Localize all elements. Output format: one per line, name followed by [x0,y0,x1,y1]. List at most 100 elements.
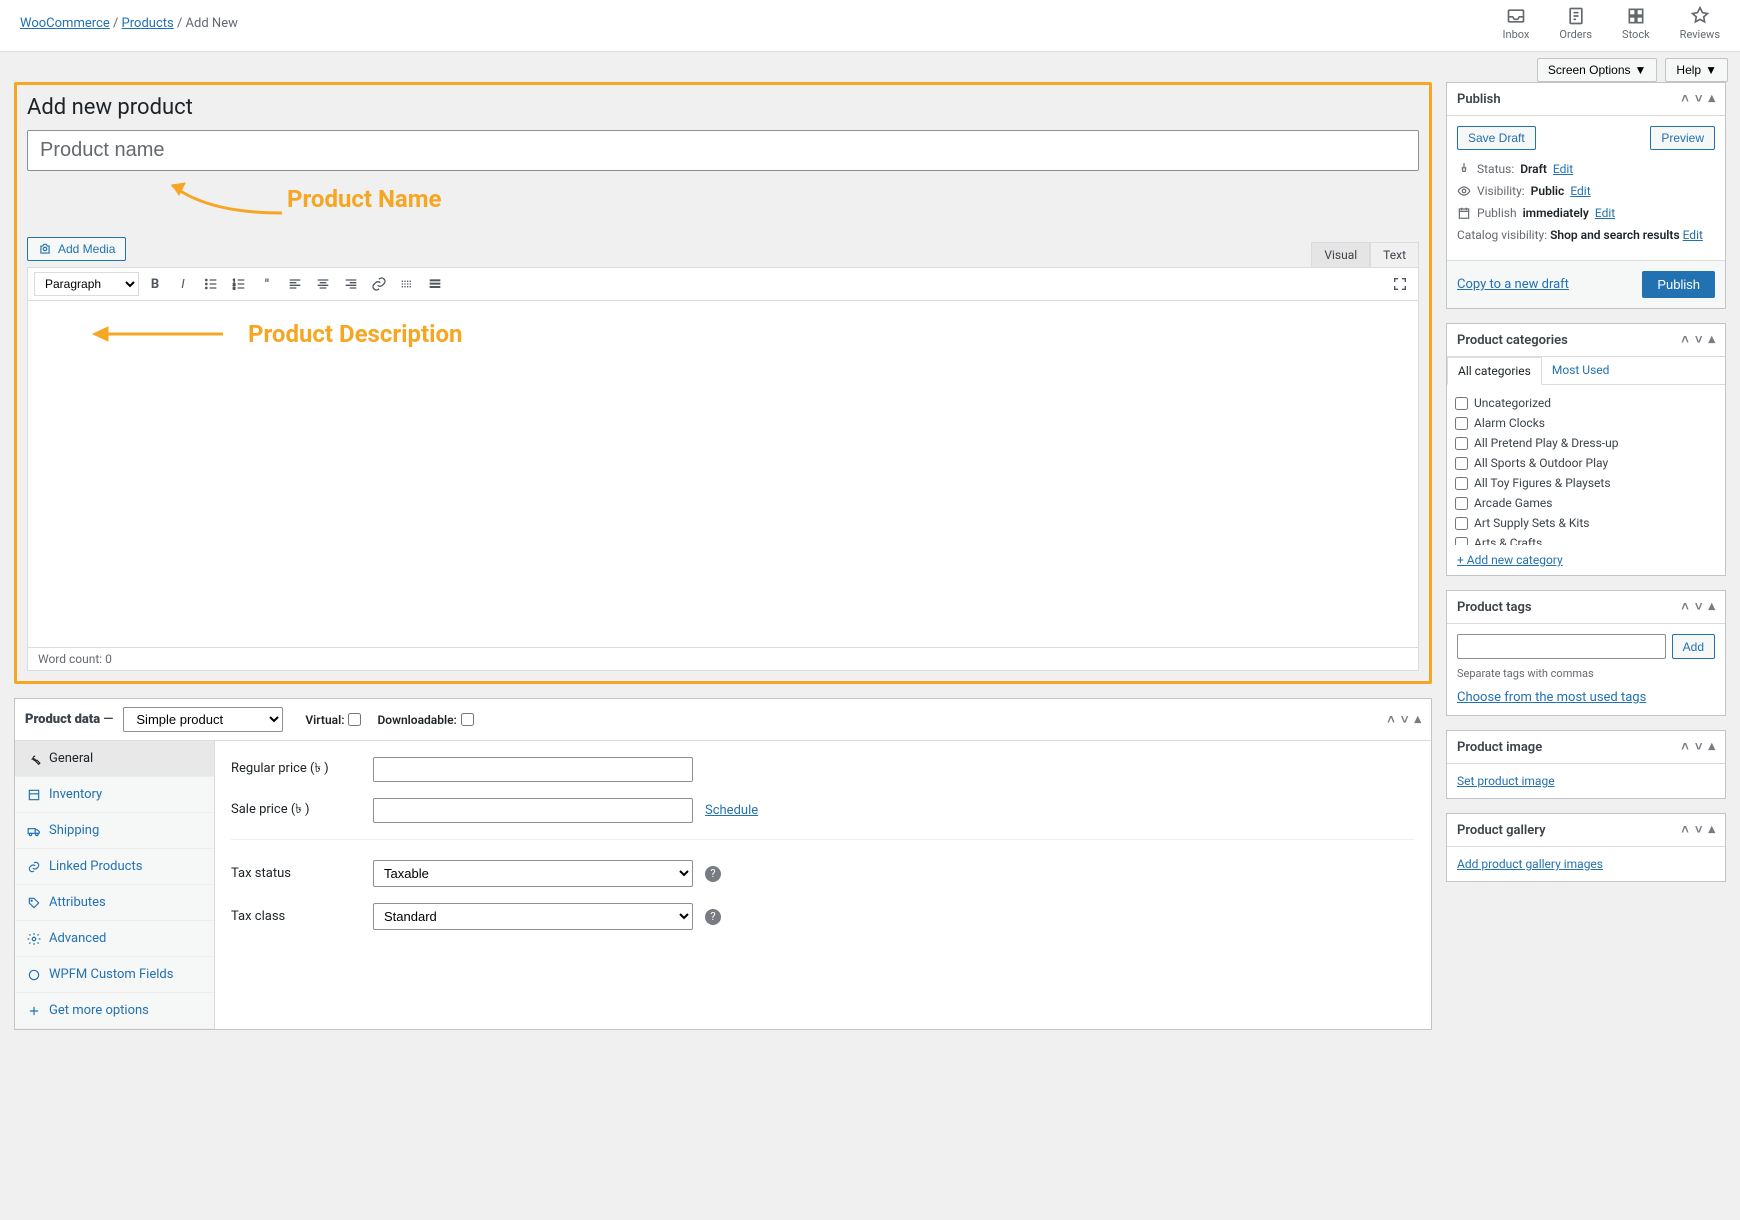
toggle-icon[interactable]: ▴ [1708,739,1715,755]
publish-metabox: Publish ˄˅▴ Save Draft Preview Status: D… [1446,82,1726,309]
move-up-icon[interactable]: ˄ [1681,332,1689,348]
tab-text[interactable]: Text [1370,242,1419,267]
category-item[interactable]: Uncategorized [1455,393,1717,413]
category-item[interactable]: All Pretend Play & Dress-up [1455,433,1717,453]
tab-linked-products[interactable]: Linked Products [15,849,214,885]
orders-icon[interactable]: Orders [1559,6,1592,41]
move-up-icon[interactable]: ˄ [1387,712,1395,728]
move-up-icon[interactable]: ˄ [1681,599,1689,615]
tab-all-categories[interactable]: All categories [1447,357,1542,385]
edit-status-link[interactable]: Edit [1553,162,1573,176]
move-down-icon[interactable]: ˅ [1695,822,1703,838]
tab-shipping[interactable]: Shipping [15,813,214,849]
move-down-icon[interactable]: ˅ [1401,712,1409,728]
numbered-list-icon[interactable]: 123 [227,272,251,296]
fields-icon [27,968,41,982]
sale-price-input[interactable] [373,798,693,823]
breadcrumb-products[interactable]: Products [122,16,174,31]
tax-class-select[interactable]: Standard [373,903,693,930]
product-data-metabox: Product data — Simple product Virtual: D… [14,698,1432,1030]
regular-price-label: Regular price (৳ ) [231,759,361,780]
help-icon[interactable]: ? [705,909,721,925]
toggle-icon[interactable]: ▴ [1708,822,1715,838]
edit-publish-date-link[interactable]: Edit [1595,206,1615,220]
tab-most-used[interactable]: Most Used [1542,357,1620,384]
copy-to-new-draft-link[interactable]: Copy to a new draft [1457,277,1569,292]
toggle-icon[interactable]: ▴ [1708,91,1715,107]
schedule-link[interactable]: Schedule [705,803,758,818]
preview-button[interactable]: Preview [1650,126,1715,150]
tax-status-select[interactable]: Taxable [373,860,693,887]
tab-get-more-options[interactable]: Get more options [15,993,214,1029]
product-gallery-title: Product gallery [1457,823,1546,838]
tag-icon [27,896,41,910]
tab-visual[interactable]: Visual [1311,242,1370,267]
category-item[interactable]: All Sports & Outdoor Play [1455,453,1717,473]
category-item[interactable]: Alarm Clocks [1455,413,1717,433]
toggle-icon[interactable]: ▴ [1414,712,1421,728]
add-tag-button[interactable]: Add [1672,634,1715,659]
annotated-region: Add new product Product Name Add Media V… [14,82,1432,684]
tab-advanced[interactable]: Advanced [15,921,214,957]
help-button[interactable]: Help ▼ [1665,58,1728,82]
fullscreen-icon[interactable] [1388,272,1412,296]
screen-options-button[interactable]: Screen Options ▼ [1537,58,1658,82]
help-icon[interactable]: ? [705,866,721,882]
plus-icon [27,1004,41,1018]
add-new-category-link[interactable]: + Add new category [1457,553,1563,567]
read-more-icon[interactable] [395,272,419,296]
move-up-icon[interactable]: ˄ [1681,822,1689,838]
category-item[interactable]: Arts & Crafts [1455,533,1717,545]
add-gallery-images-link[interactable]: Add product gallery images [1457,857,1603,871]
inbox-icon[interactable]: Inbox [1503,6,1530,41]
align-center-icon[interactable] [311,272,335,296]
move-down-icon[interactable]: ˅ [1695,332,1703,348]
virtual-checkbox[interactable]: Virtual: [305,713,361,727]
choose-most-used-tags-link[interactable]: Choose from the most used tags [1457,690,1646,705]
bold-icon[interactable]: B [143,272,167,296]
reviews-icon[interactable]: Reviews [1680,6,1720,41]
tab-inventory[interactable]: Inventory [15,777,214,813]
downloadable-checkbox[interactable]: Downloadable: [377,713,473,727]
align-left-icon[interactable] [283,272,307,296]
toggle-icon[interactable]: ▴ [1708,332,1715,348]
tags-input[interactable] [1457,634,1666,659]
move-up-icon[interactable]: ˄ [1681,91,1689,107]
publish-button[interactable]: Publish [1642,271,1715,298]
bullet-list-icon[interactable] [199,272,223,296]
tab-wpfm-custom-fields[interactable]: WPFM Custom Fields [15,957,214,993]
move-up-icon[interactable]: ˄ [1681,739,1689,755]
align-right-icon[interactable] [339,272,363,296]
quote-icon[interactable]: " [255,272,279,296]
breadcrumb: WooCommerce / Products / Add New [20,16,238,31]
regular-price-input[interactable] [373,757,693,782]
editor-content[interactable] [28,367,1418,647]
sale-price-label: Sale price (৳ ) [231,800,361,821]
add-media-button[interactable]: Add Media [27,237,126,261]
tab-attributes[interactable]: Attributes [15,885,214,921]
link-icon[interactable] [367,272,391,296]
edit-catalog-visibility-link[interactable]: Edit [1683,228,1703,242]
category-item[interactable]: Arcade Games [1455,493,1717,513]
product-name-input[interactable] [27,130,1419,171]
product-gallery-metabox: Product gallery ˄ ˅ ▴ Add product gallery i… [1446,813,1726,882]
product-image-title: Product image [1457,740,1542,755]
breadcrumb-woocommerce[interactable]: WooCommerce [20,16,110,31]
toggle-icon[interactable]: ▴ [1708,599,1715,615]
italic-icon[interactable]: I [171,272,195,296]
category-item[interactable]: All Toy Figures & Playsets [1455,473,1717,493]
editor-toolbar: Paragraph B I 123 " [28,268,1418,301]
move-down-icon[interactable]: ˅ [1695,91,1703,107]
edit-visibility-link[interactable]: Edit [1570,184,1590,198]
tab-general[interactable]: General [15,741,214,777]
move-down-icon[interactable]: ˅ [1695,599,1703,615]
category-item[interactable]: Art Supply Sets & Kits [1455,513,1717,533]
product-type-select[interactable]: Simple product [123,707,283,732]
save-draft-button[interactable]: Save Draft [1457,126,1536,150]
word-count: Word count: 0 [28,647,1418,670]
stock-icon[interactable]: Stock [1622,6,1650,41]
move-down-icon[interactable]: ˅ [1695,739,1703,755]
format-select[interactable]: Paragraph [34,272,139,296]
toolbar-toggle-icon[interactable] [423,272,447,296]
set-product-image-link[interactable]: Set product image [1457,774,1555,788]
